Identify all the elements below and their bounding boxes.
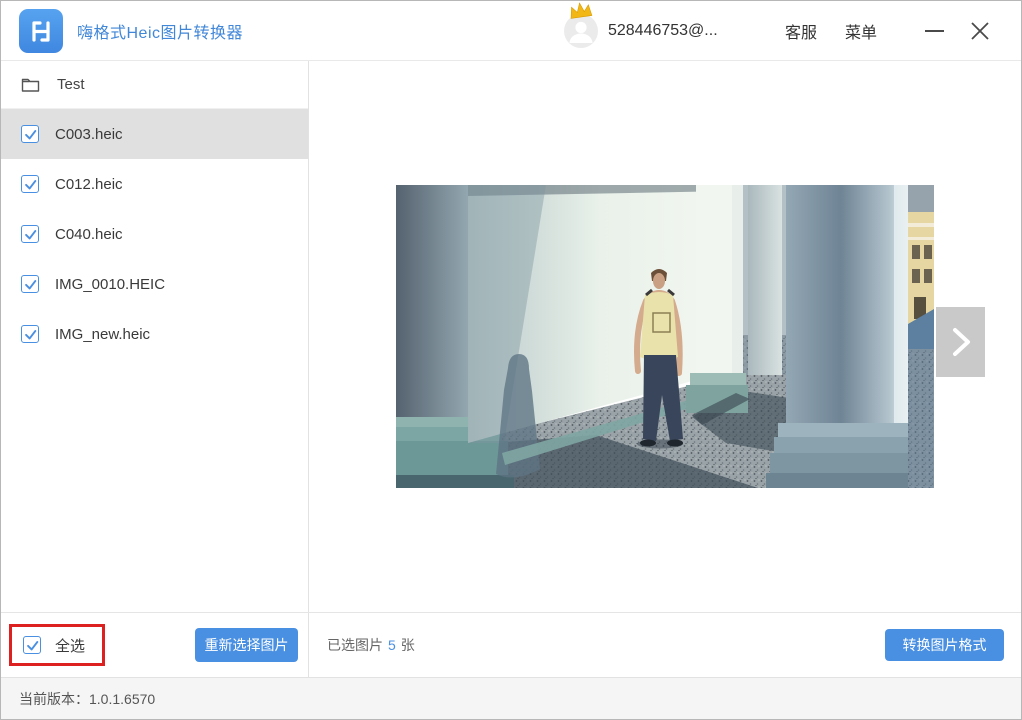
user-avatar[interactable]	[564, 14, 598, 48]
preview-pane	[309, 61, 1021, 612]
reselect-images-button[interactable]: 重新选择图片	[195, 628, 298, 662]
file-checkbox[interactable]	[21, 275, 39, 293]
version-text: 当前版本：1.0.1.6570	[19, 689, 155, 709]
file-checkbox[interactable]	[21, 225, 39, 243]
titlebar: 嗨格式Heic图片转换器 528446753@... 客服 菜单	[1, 1, 1021, 61]
select-all-annotation: 全选	[9, 624, 105, 666]
close-icon	[968, 19, 992, 43]
list-item[interactable]: C012.heic	[1, 159, 308, 209]
file-sidebar: Test C003.heic C012.heic C040.heic IMG_0…	[1, 61, 309, 612]
folder-icon	[21, 76, 40, 93]
app-title: 嗨格式Heic图片转换器	[77, 19, 243, 43]
file-name: C003.heic	[55, 126, 123, 143]
support-link[interactable]: 客服	[785, 19, 817, 43]
chevron-right-icon	[950, 326, 972, 358]
app-window: 嗨格式Heic图片转换器 528446753@... 客服 菜单	[0, 0, 1022, 720]
list-item[interactable]: IMG_new.heic	[1, 309, 308, 359]
folder-row[interactable]: Test	[1, 61, 308, 109]
account-name[interactable]: 528446753@...	[608, 22, 733, 40]
file-name: IMG_new.heic	[55, 326, 150, 343]
preview-image	[396, 185, 934, 488]
file-list: C003.heic C012.heic C040.heic IMG_0010.H…	[1, 109, 308, 359]
select-all-label[interactable]: 全选	[55, 635, 85, 656]
selected-count: 已选图片5张	[327, 635, 415, 655]
crown-icon	[566, 0, 595, 19]
status-bar: 当前版本：1.0.1.6570	[1, 677, 1021, 719]
app-logo-icon	[19, 9, 63, 53]
file-checkbox[interactable]	[21, 325, 39, 343]
convert-format-button[interactable]: 转换图片格式	[885, 629, 1004, 661]
file-name: C040.heic	[55, 226, 123, 243]
file-checkbox[interactable]	[21, 125, 39, 143]
select-all-checkbox[interactable]	[23, 636, 41, 654]
file-name: C012.heic	[55, 176, 123, 193]
list-item[interactable]: IMG_0010.HEIC	[1, 259, 308, 309]
file-checkbox[interactable]	[21, 175, 39, 193]
list-item[interactable]: C003.heic	[1, 109, 308, 159]
minimize-button[interactable]	[919, 16, 949, 46]
file-name: IMG_0010.HEIC	[55, 276, 165, 293]
menu-link[interactable]: 菜单	[845, 19, 877, 43]
next-image-button[interactable]	[936, 307, 985, 377]
action-bar: 全选 重新选择图片 已选图片5张 转换图片格式	[1, 612, 1021, 677]
folder-name: Test	[57, 76, 85, 93]
close-button[interactable]	[963, 14, 997, 48]
list-item[interactable]: C040.heic	[1, 209, 308, 259]
